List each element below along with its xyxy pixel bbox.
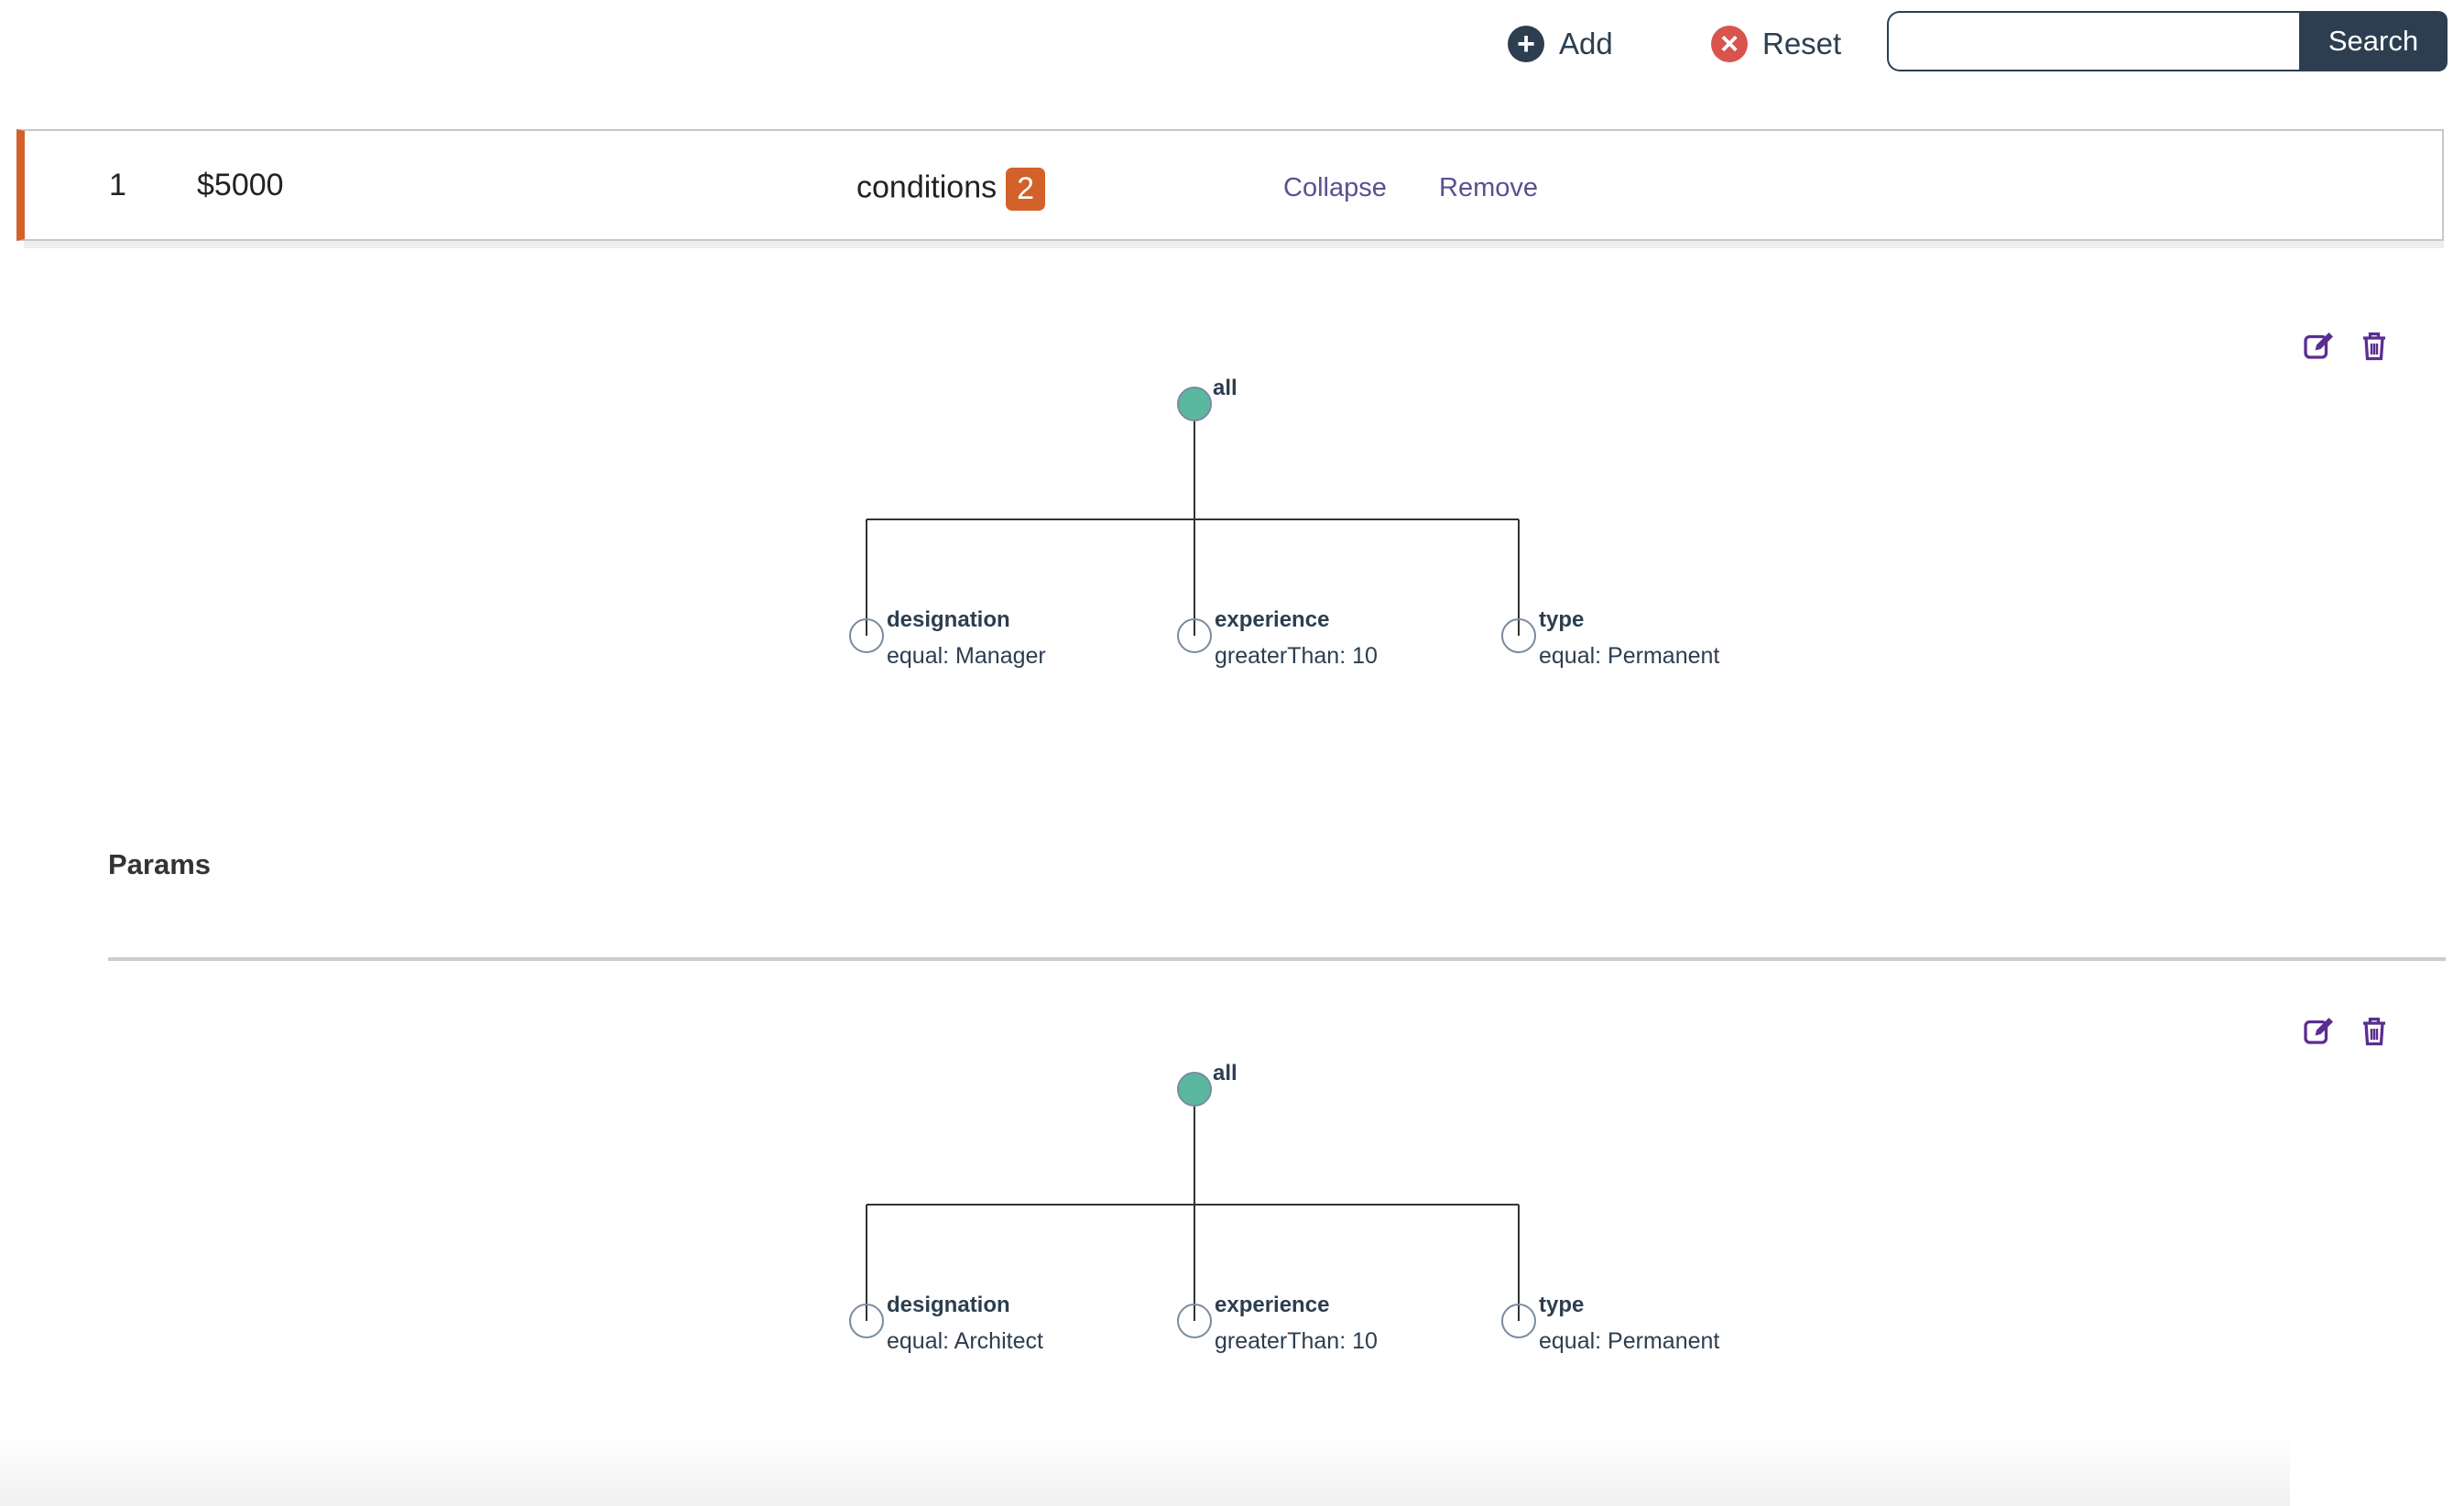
root-node-label: all <box>1213 1061 1237 1086</box>
add-label: Add <box>1559 27 1613 60</box>
search-group: Search <box>1887 11 2448 71</box>
bottom-fade <box>0 1433 2290 1506</box>
reset-label: Reset <box>1762 27 1842 60</box>
reset-button[interactable]: × Reset <box>1711 26 1841 62</box>
tree-diagram: designation equal: Architect experience gre… <box>849 1061 1719 1354</box>
rule-amount: $5000 <box>197 168 284 202</box>
child-node-condition: greaterThan: 10 <box>1215 643 1378 669</box>
condition-tree-2: designation equal: Architect experience gre… <box>0 1015 2464 1400</box>
conditions-count-badge: 2 <box>1006 168 1046 211</box>
child-node-name: type <box>1539 1293 1584 1317</box>
child-node-condition: equal: Architect <box>887 1328 1043 1354</box>
row-shadow <box>24 241 2444 248</box>
remove-link[interactable]: Remove <box>1439 173 1538 203</box>
child-node-name: designation <box>887 1293 1010 1317</box>
collapse-link[interactable]: Collapse <box>1283 173 1387 203</box>
search-button[interactable]: Search <box>2299 11 2448 71</box>
child-node-name: type <box>1539 607 1584 632</box>
divider <box>108 957 2446 961</box>
root-node <box>1177 387 1212 421</box>
child-node-name: experience <box>1215 1293 1329 1317</box>
child-node-condition: greaterThan: 10 <box>1215 1328 1378 1354</box>
params-heading: Params <box>108 848 212 880</box>
x-circle-icon: × <box>1711 26 1748 62</box>
child-node-name: experience <box>1215 607 1329 632</box>
rule-index: 1 <box>109 168 126 202</box>
tree-diagram: designation equal: Manager experience great… <box>849 376 1719 669</box>
conditions-text: conditions <box>856 169 998 205</box>
plus-circle-icon: + <box>1508 26 1544 62</box>
add-button[interactable]: + Add <box>1508 26 1613 62</box>
toolbar: + Add × Reset Search <box>0 0 2464 92</box>
root-node <box>1177 1072 1212 1107</box>
condition-tree-1: designation equal: Manager experience great… <box>0 330 2464 715</box>
child-node-condition: equal: Manager <box>887 643 1046 669</box>
child-node-name: designation <box>887 607 1010 632</box>
rule-row: 1 $5000 conditions 2 Collapse Remove <box>16 129 2444 241</box>
search-input[interactable] <box>1887 11 2299 71</box>
child-node-condition: equal: Permanent <box>1539 643 1719 669</box>
conditions-label: conditions 2 <box>856 168 1046 211</box>
child-node-condition: equal: Permanent <box>1539 1328 1719 1354</box>
root-node-label: all <box>1213 376 1237 400</box>
